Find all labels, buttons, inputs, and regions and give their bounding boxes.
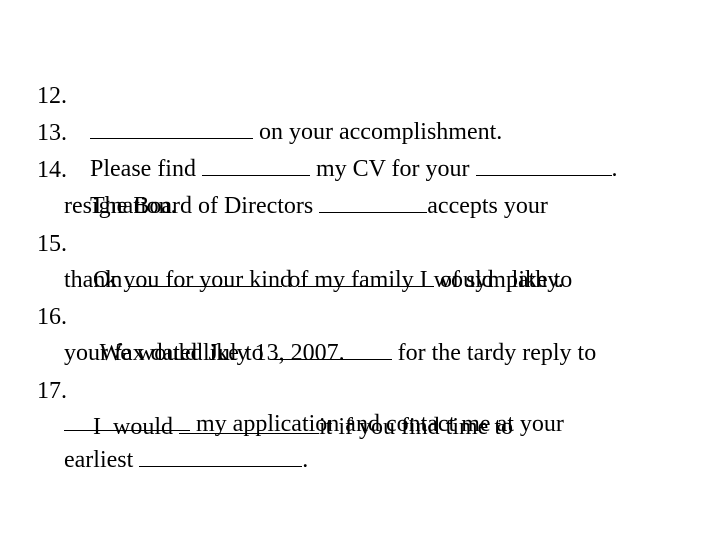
item-text: thank you for your kind of sympathy. <box>64 262 564 298</box>
item-text: earliest . <box>64 442 308 478</box>
fill-in-blank[interactable] <box>297 264 434 287</box>
exercise-item-17-continuation: my application and contact me at your <box>0 370 564 437</box>
fill-in-blank[interactable] <box>90 116 253 139</box>
fill-in-blank[interactable] <box>64 408 190 431</box>
item-number: 14. <box>37 157 67 183</box>
exercise-item-15-continuation: thank you for your kind of sympathy. <box>0 226 564 293</box>
fill-in-blank[interactable] <box>475 153 612 176</box>
fill-in-blank[interactable] <box>319 190 428 213</box>
item-number: 17. <box>37 378 67 404</box>
exercise-item-17-continuation: earliest . <box>0 406 308 473</box>
document-page: 12. on your accomplishment. 13. Please f… <box>0 0 720 540</box>
exercise-item-16-continuation: your fax dated July 13, 2007. <box>0 299 345 366</box>
item-number: 12. <box>37 83 67 109</box>
fill-in-blank[interactable] <box>139 444 303 467</box>
item-number: 13. <box>37 120 67 146</box>
exercise-item-13: 13. Please find my CV for your . <box>0 79 618 182</box>
exercise-item-14: 14. The Board of Directors accepts your <box>0 116 548 219</box>
item-number: 15. <box>37 231 67 257</box>
fill-in-blank[interactable] <box>201 153 310 176</box>
exercise-item-12: 12. on your accomplishment. <box>0 42 502 145</box>
item-number: 16. <box>37 304 67 330</box>
item-text: on your accomplishment. <box>90 114 502 150</box>
exercise-item-14-continuation: resignation. <box>0 152 177 219</box>
item-text: resignation. <box>64 193 177 219</box>
exercise-item-15: 15. On of my family I would like to <box>0 190 572 293</box>
item-text: Please find my CV for your . <box>90 151 618 187</box>
exercise-item-16: 16. We would like to for the tardy reply… <box>0 263 596 366</box>
item-text: my application and contact me at your <box>64 406 564 442</box>
exercise-item-17: 17. I would it if you find time to <box>0 337 513 440</box>
item-text: your fax dated July 13, 2007. <box>64 340 345 366</box>
